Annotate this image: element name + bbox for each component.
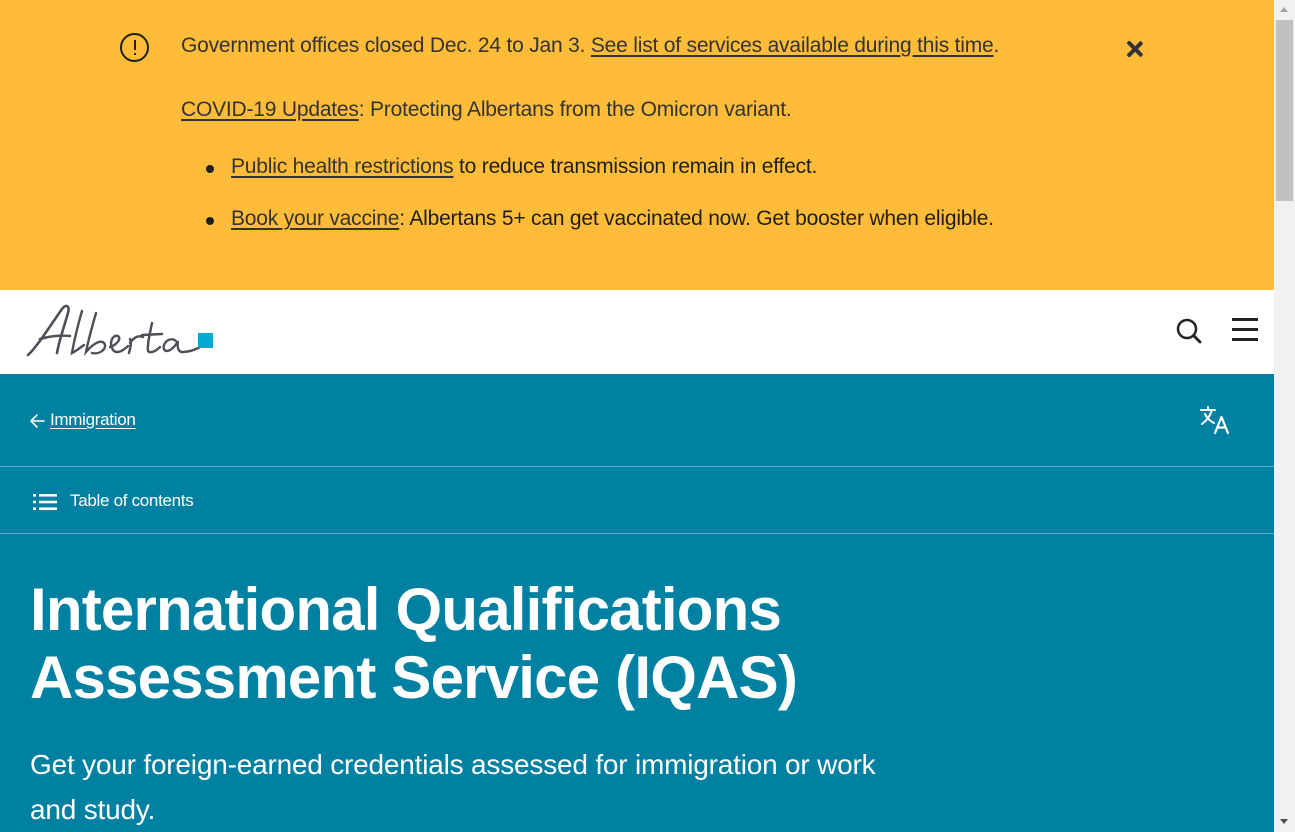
list-item-text: to reduce transmission remain in effect. [453, 155, 818, 178]
close-alert-button[interactable] [1122, 36, 1148, 62]
search-button[interactable] [1175, 317, 1203, 345]
alert-closure-text: Government offices closed Dec. 24 to Jan… [181, 34, 591, 57]
menu-button[interactable] [1231, 317, 1259, 343]
page-title-line: Assessment Service (IQAS) [30, 644, 798, 711]
alberta-logo-graphic [26, 304, 213, 357]
hamburger-menu-icon-bar [1232, 338, 1258, 341]
divider [0, 533, 1274, 534]
search-icon [1176, 318, 1202, 344]
covid-updates-link[interactable]: COVID-19 Updates [181, 98, 359, 121]
alert-covid-text: : Protecting Albertans from the Omicron … [358, 98, 792, 121]
page-lead: Get your foreign-earned credentials asse… [30, 749, 876, 825]
divider [0, 466, 1274, 467]
alert-closure-message: Government offices closed Dec. 24 to Jan… [181, 34, 999, 58]
alberta-logo[interactable] [26, 303, 216, 361]
hamburger-menu-icon-bar [1232, 328, 1258, 331]
table-of-contents-label: Table of contents [70, 491, 194, 510]
public-health-restrictions-link[interactable]: Public health restrictions [231, 155, 454, 178]
alert-closure-period: . [993, 34, 1000, 57]
scroll-up-arrow-icon[interactable] [1274, 0, 1295, 20]
translate-icon [1200, 406, 1230, 435]
alert-list: Public health restrictions to reduce tra… [206, 155, 994, 259]
services-list-link[interactable]: See list of services available during th… [591, 34, 994, 57]
scrollbar-thumb[interactable] [1276, 20, 1293, 201]
page-title-line: International Qualifications [30, 576, 782, 643]
list-icon [33, 494, 57, 510]
book-vaccine-link[interactable]: Book your vaccine [231, 207, 399, 230]
exclamation-circle-icon [120, 33, 149, 62]
list-item: Book your vaccine: Albertans 5+ can get … [206, 207, 994, 259]
list-item: Public health restrictions to reduce tra… [206, 155, 994, 207]
immigration-back-link[interactable]: Immigration [50, 410, 136, 430]
list-item-text: : Albertans 5+ can get vaccinated now. G… [399, 207, 994, 230]
scroll-down-arrow-icon[interactable] [1274, 812, 1295, 832]
alert-banner: Government offices closed Dec. 24 to Jan… [0, 0, 1274, 290]
hamburger-menu-icon [1232, 318, 1258, 321]
arrow-left-icon [30, 414, 45, 428]
page-title: International Qualifications Assessment … [30, 576, 930, 712]
alert-covid-message: COVID-19 Updates: Protecting Albertans f… [181, 98, 792, 122]
translate-button[interactable] [1200, 405, 1230, 435]
page: Government offices closed Dec. 24 to Jan… [0, 0, 1274, 832]
